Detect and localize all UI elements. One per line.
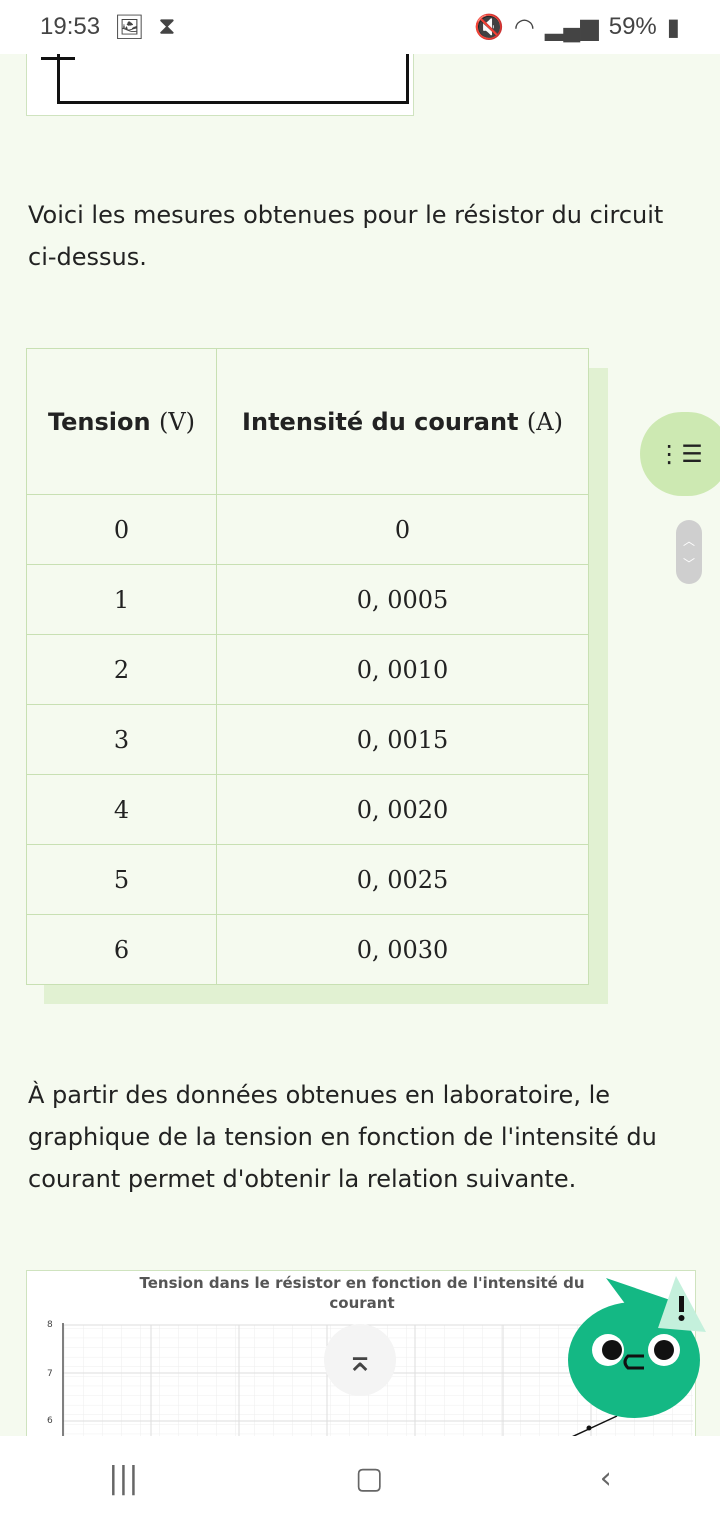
tension-cell: 0 bbox=[26, 494, 217, 565]
tension-cell: 4 bbox=[26, 774, 217, 845]
signal-icon: ▂▄▆ bbox=[544, 13, 599, 41]
mute-icon: 🔇 bbox=[473, 13, 504, 41]
intensite-cell: 0, 0005 bbox=[216, 564, 589, 635]
y-tick-8: 8 bbox=[47, 1320, 53, 1330]
table-of-contents-button[interactable]: ⋮☰ bbox=[640, 412, 720, 496]
status-bar: 19:53 🖼 ⧗ 🔇 ◠ ▂▄▆ 59% ▮ bbox=[0, 0, 720, 54]
wifi-icon: ◠ bbox=[513, 13, 535, 41]
list-icon: ⋮☰ bbox=[657, 440, 703, 468]
table-row: 3 0, 0015 bbox=[26, 704, 589, 775]
table-row: 4 0, 0020 bbox=[26, 774, 589, 845]
tension-cell: 2 bbox=[26, 634, 217, 705]
arrow-up-bar-icon: ⌅ bbox=[345, 1340, 375, 1380]
intensite-cell: 0, 0030 bbox=[216, 914, 589, 985]
recent-apps-button[interactable]: ||| bbox=[108, 1461, 138, 1496]
scroll-to-top-button[interactable]: ⌅ bbox=[324, 1324, 396, 1396]
intensite-cell: 0, 0015 bbox=[216, 704, 589, 775]
tension-cell: 6 bbox=[26, 914, 217, 985]
back-button[interactable]: ‹ bbox=[600, 1461, 612, 1496]
table-row: 5 0, 0025 bbox=[26, 844, 589, 915]
table-row: 1 0, 0005 bbox=[26, 564, 589, 635]
intensite-cell: 0, 0010 bbox=[216, 634, 589, 705]
clock: 19:53 bbox=[40, 13, 101, 40]
navigation-bar: ||| ▢ ‹ bbox=[0, 1436, 720, 1520]
circuit-diagram bbox=[26, 54, 414, 116]
tension-cell: 1 bbox=[26, 564, 217, 635]
battery-icon: ▮ bbox=[666, 13, 680, 41]
hourglass-icon: ⧗ bbox=[158, 13, 176, 40]
tension-cell: 5 bbox=[26, 844, 217, 915]
tension-cell: 3 bbox=[26, 704, 217, 775]
header-tension: Tension (V) bbox=[26, 348, 217, 495]
data-point bbox=[586, 1425, 592, 1431]
intensite-cell: 0, 0020 bbox=[216, 774, 589, 845]
measurements-table: Tension (V) Intensité du courant (A) 001… bbox=[26, 348, 608, 1004]
mascot-icon[interactable] bbox=[566, 1272, 706, 1422]
intensite-cell: 0, 0025 bbox=[216, 844, 589, 915]
y-tick-6: 6 bbox=[47, 1416, 53, 1426]
header-intensite: Intensité du courant (A) bbox=[216, 348, 589, 495]
home-button[interactable]: ▢ bbox=[355, 1461, 383, 1496]
table-row: 00 bbox=[26, 494, 589, 565]
intensite-cell: 0 bbox=[216, 494, 589, 565]
chevron-up-icon: ︿ bbox=[682, 534, 695, 548]
y-tick-7: 7 bbox=[47, 1369, 53, 1379]
table-row: 6 0, 0030 bbox=[26, 914, 589, 985]
battery-text: 59% bbox=[608, 13, 657, 40]
intro-text: Voici les mesures obtenues pour le résis… bbox=[28, 201, 664, 271]
table-row: 2 0, 0010 bbox=[26, 634, 589, 705]
graph-intro-text: À partir des données obtenues en laborat… bbox=[28, 1081, 657, 1193]
scroll-handle[interactable]: ︿ ﹀ bbox=[676, 520, 702, 584]
gallery-icon: 🖼 bbox=[114, 13, 145, 41]
chevron-down-icon: ﹀ bbox=[682, 557, 695, 571]
